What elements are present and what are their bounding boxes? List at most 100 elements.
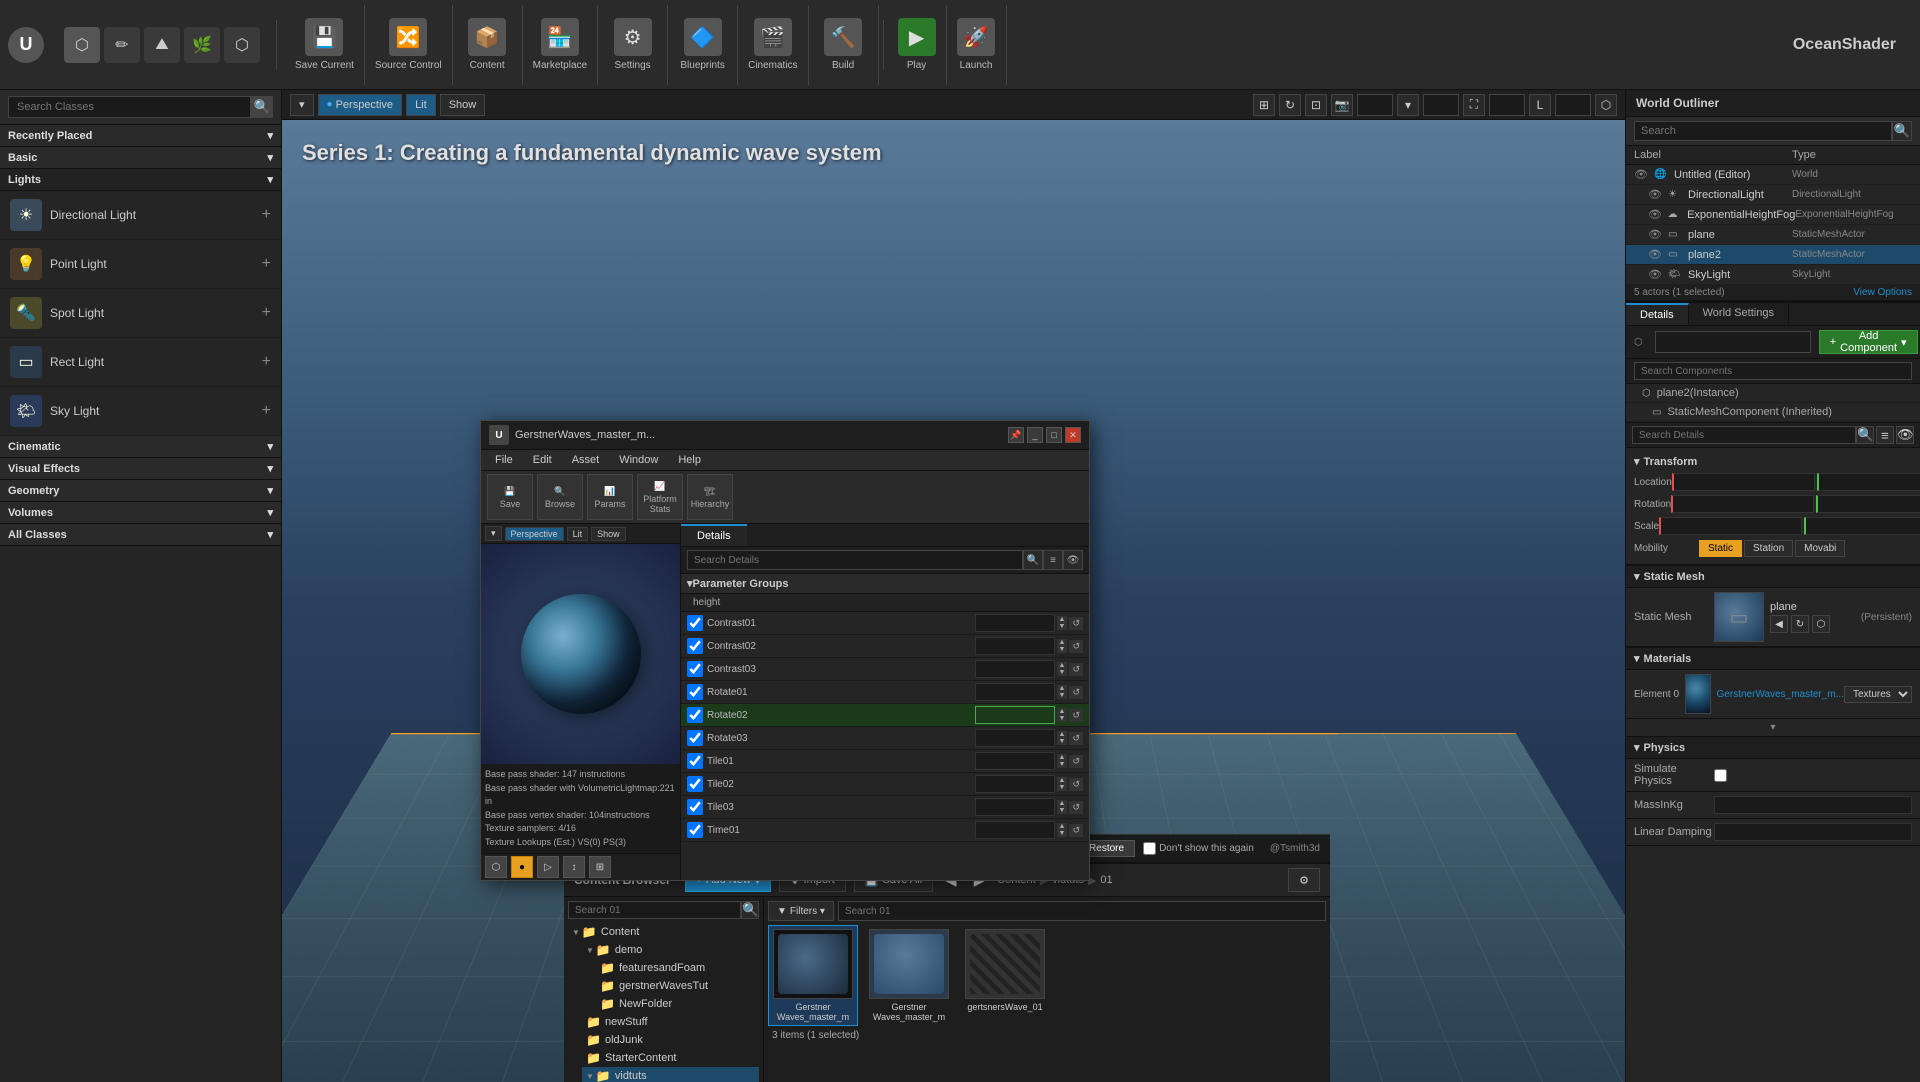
- rect-light-add[interactable]: +: [262, 353, 271, 371]
- marketplace-button[interactable]: 🏪 Marketplace: [523, 5, 598, 85]
- down-arrow-2[interactable]: ▼: [1057, 646, 1068, 653]
- rect-light-item[interactable]: ▭ Rect Light +: [0, 338, 281, 387]
- spot-light-item[interactable]: 🔦 Spot Light +: [0, 289, 281, 338]
- static-mesh-section-header[interactable]: ▾ Static Mesh: [1626, 565, 1920, 588]
- lod-btn[interactable]: L: [1529, 94, 1551, 116]
- down-arrow-8[interactable]: ▼: [1057, 784, 1068, 791]
- param-rotate03-check[interactable]: [687, 730, 703, 746]
- play-button[interactable]: ▶ Play: [888, 5, 947, 85]
- assets-search-input[interactable]: [838, 901, 1326, 921]
- foliage-mode-icon[interactable]: 🌿: [184, 27, 220, 63]
- param-contrast02-input[interactable]: 0.7: [975, 637, 1055, 655]
- outliner-skylight[interactable]: 👁 🌤 SkyLight SkyLight: [1626, 265, 1920, 285]
- param-tile01[interactable]: Tile01 1.0 ▲▼ ↺: [681, 750, 1089, 773]
- mass-input[interactable]: 0.0000029: [1714, 796, 1912, 814]
- source-control-button[interactable]: 🔀 Source Control: [365, 5, 453, 85]
- up-arrow-7[interactable]: ▲: [1057, 754, 1068, 761]
- point-light-item[interactable]: 💡 Point Light +: [0, 240, 281, 289]
- param-rotate01-check[interactable]: [687, 684, 703, 700]
- param-contrast01-check[interactable]: [687, 615, 703, 631]
- search-details-input[interactable]: [1632, 426, 1856, 444]
- viewport-dropdown-btn[interactable]: ▾: [290, 94, 314, 116]
- sky-light-add[interactable]: +: [262, 402, 271, 420]
- folder-demo[interactable]: ▼ 📁 demo: [582, 941, 759, 959]
- content-button[interactable]: 📦 Content: [453, 5, 523, 85]
- param-groups-header[interactable]: ▾ Parameter Groups: [681, 574, 1089, 594]
- plane2-instance-item[interactable]: ⬡ plane2(Instance): [1626, 384, 1920, 403]
- static-mobility-btn[interactable]: Static: [1699, 540, 1742, 557]
- param-tile03-reset[interactable]: ↺: [1069, 801, 1083, 814]
- modal-vp-perspective[interactable]: Perspective: [505, 527, 564, 541]
- modal-params-btn[interactable]: 📊 Params: [587, 474, 633, 520]
- directional-light-add[interactable]: +: [262, 206, 271, 224]
- cam-speed-btn[interactable]: 📷: [1331, 94, 1353, 116]
- show-btn[interactable]: Show: [440, 94, 486, 116]
- rotate-snap-btn[interactable]: ↻: [1279, 94, 1301, 116]
- lights-header[interactable]: Lights ▾: [0, 169, 281, 191]
- spot-light-add[interactable]: +: [262, 304, 271, 322]
- param-rotate02-reset[interactable]: ↺: [1069, 709, 1083, 722]
- launch-button[interactable]: 🚀 Launch: [947, 5, 1007, 85]
- param-contrast03-check[interactable]: [687, 661, 703, 677]
- param-rotate03[interactable]: Rotate03 -3.302682 ▲▼ ↺: [681, 727, 1089, 750]
- vp-bottom-btn-4[interactable]: ↕: [563, 856, 585, 878]
- param-rotate03-input[interactable]: -3.302682: [975, 729, 1055, 747]
- mesh-reset-btn[interactable]: ↻: [1791, 615, 1809, 633]
- param-tile02-check[interactable]: [687, 776, 703, 792]
- folder-search-input[interactable]: [568, 901, 741, 919]
- up-arrow-4[interactable]: ▲: [1057, 685, 1068, 692]
- damping-input[interactable]: 0.01: [1714, 823, 1912, 841]
- grid-size-input[interactable]: 10: [1357, 94, 1393, 116]
- param-contrast03[interactable]: Contrast03 1.0585949 ▲▼ ↺: [681, 658, 1089, 681]
- param-rotate02-check[interactable]: [687, 707, 703, 723]
- param-contrast02-check[interactable]: [687, 638, 703, 654]
- search-classes-button[interactable]: 🔍: [251, 96, 273, 118]
- param-tile03-check[interactable]: [687, 799, 703, 815]
- param-rotate02[interactable]: Rotate02 45.0 ▲▼ ↺: [681, 704, 1089, 727]
- scale-x-input[interactable]: 5000.0: [1659, 517, 1802, 535]
- down-arrow-4[interactable]: ▼: [1057, 692, 1068, 699]
- materials-section-header[interactable]: ▾ Materials: [1626, 647, 1920, 670]
- down-arrow[interactable]: ▼: [1057, 623, 1068, 630]
- up-arrow-6[interactable]: ▲: [1057, 731, 1068, 738]
- param-contrast02[interactable]: Contrast02 0.7 ▲▼ ↺: [681, 635, 1089, 658]
- param-time01-input[interactable]: 0.2: [975, 821, 1055, 839]
- modal-menu-file[interactable]: File: [487, 452, 521, 468]
- recently-placed-header[interactable]: Recently Placed ▾: [0, 125, 281, 147]
- folder-newstuff[interactable]: 📁 newStuff: [582, 1013, 759, 1031]
- asset-item-1[interactable]: Gerstner Waves_master_m: [864, 925, 954, 1026]
- folder-content[interactable]: ▼ 📁 Content: [568, 923, 759, 941]
- up-arrow-2[interactable]: ▲: [1057, 639, 1068, 646]
- down-arrow-7[interactable]: ▼: [1057, 761, 1068, 768]
- blueprints-button[interactable]: 🔷 Blueprints: [668, 5, 738, 85]
- landscape-mode-icon[interactable]: ⛰: [144, 27, 180, 63]
- geometry-header[interactable]: Geometry ▾: [0, 480, 281, 502]
- grid-snap-btn[interactable]: ⊞: [1253, 94, 1275, 116]
- down-arrow-6[interactable]: ▼: [1057, 738, 1068, 745]
- folder-vidtuts[interactable]: ▼ 📁 vidtuts: [582, 1067, 759, 1082]
- outliner-untitled[interactable]: 👁 🌐 Untitled (Editor) World: [1626, 165, 1920, 185]
- outliner-search-btn[interactable]: 🔍: [1892, 121, 1912, 141]
- outliner-fog[interactable]: 👁 ☁ ExponentialHeightFog ExponentialHeig…: [1626, 205, 1920, 225]
- details-view-btn[interactable]: ≡: [1876, 426, 1894, 444]
- param-time01-check[interactable]: [687, 822, 703, 838]
- folder-newfolder[interactable]: 📁 NewFolder: [596, 995, 759, 1013]
- up-arrow-8[interactable]: ▲: [1057, 777, 1068, 784]
- scale-y-input[interactable]: 5000.0: [1804, 517, 1920, 535]
- param-tile01-check[interactable]: [687, 753, 703, 769]
- modal-minimize-btn[interactable]: _: [1027, 427, 1043, 443]
- modal-search-input[interactable]: [687, 550, 1023, 570]
- dont-show-checkbox[interactable]: [1143, 842, 1156, 855]
- breadcrumb-01[interactable]: 01: [1100, 874, 1112, 886]
- up-arrow-9[interactable]: ▲: [1057, 800, 1068, 807]
- cinematics-button[interactable]: 🎬 Cinematics: [738, 5, 808, 85]
- static-mesh-component-item[interactable]: ▭ StaticMeshComponent (Inherited): [1626, 403, 1920, 422]
- transform-header[interactable]: ▾ Transform: [1634, 452, 1912, 471]
- outliner-search-input[interactable]: [1634, 121, 1892, 141]
- location-x-input[interactable]: -893.56878: [1672, 473, 1815, 491]
- modal-details-tab[interactable]: Details: [681, 524, 747, 546]
- modal-save-btn[interactable]: 💾 Save: [487, 474, 533, 520]
- param-tile03-input[interactable]: 2.511972: [975, 798, 1055, 816]
- volumes-header[interactable]: Volumes ▾: [0, 502, 281, 524]
- outliner-plane2[interactable]: 👁 ▭ plane2 StaticMeshActor: [1626, 245, 1920, 265]
